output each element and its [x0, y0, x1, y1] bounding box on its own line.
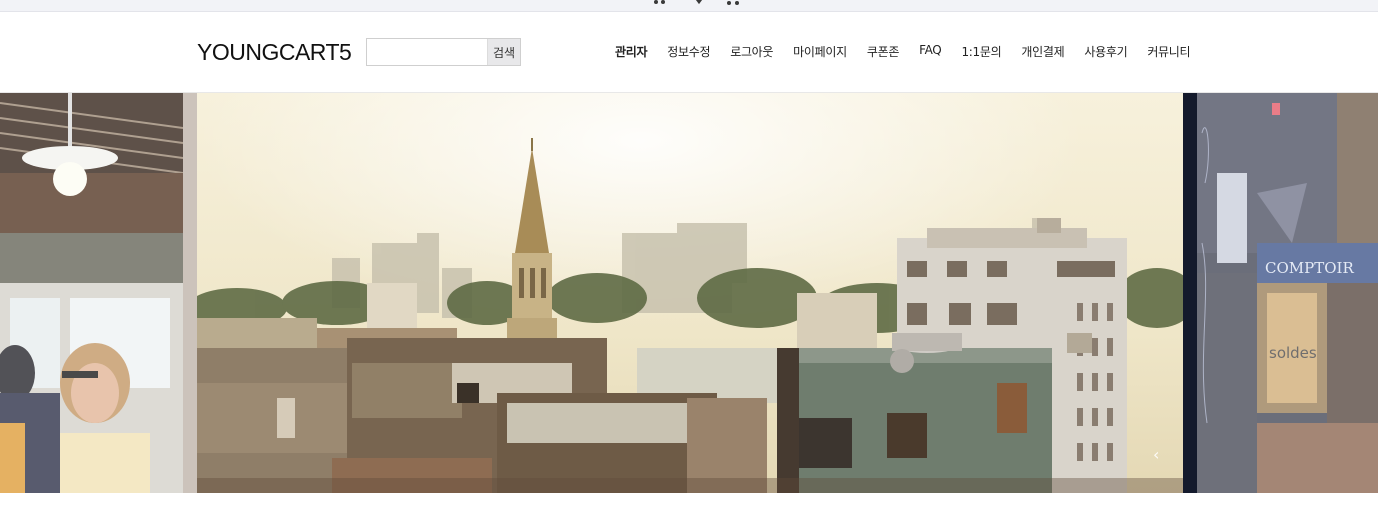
search-button[interactable]: 검색 [487, 39, 520, 65]
top-nav: 관리자 정보수정 로그아웃 마이페이지 쿠폰존 FAQ 1:1문의 개인결제 사… [605, 43, 1200, 60]
nav-item-admin[interactable]: 관리자 [605, 43, 657, 60]
page-bottom [0, 493, 1378, 511]
city-rooftops-image[interactable]: ‹ ▶ ❚❚ › [197, 93, 1183, 493]
nav-item-community[interactable]: 커뮤니티 [1137, 43, 1200, 60]
nav-item-coupon-zone[interactable]: 쿠폰존 [857, 43, 909, 60]
nav-item-logout[interactable]: 로그아웃 [720, 43, 783, 60]
nav-item-faq[interactable]: FAQ [909, 43, 951, 60]
nav-item-mypage[interactable]: 마이페이지 [783, 43, 857, 60]
slide-gap-right [1183, 93, 1197, 493]
search-form: 검색 [366, 38, 521, 66]
nav-item-edit-profile[interactable]: 정보수정 [657, 43, 720, 60]
nav-item-personal-payment[interactable]: 개인결제 [1011, 43, 1074, 60]
cafe-interior-image[interactable] [0, 93, 183, 493]
cart-icon[interactable] [651, 0, 669, 6]
site-header: YOUNGCART5 검색 관리자 정보수정 로그아웃 마이페이지 쿠폰존 FA… [0, 12, 1378, 93]
nav-item-qa[interactable]: 1:1문의 [951, 43, 1011, 60]
slide-dim-overlay [1197, 93, 1378, 493]
search-input[interactable] [367, 39, 487, 65]
slider-controls: ‹ ▶ ❚❚ › [1147, 445, 1183, 469]
heart-icon[interactable] [690, 0, 708, 6]
slide-dim-overlay [0, 93, 183, 493]
main-slider[interactable]: ‹ ▶ ❚❚ › COMPTOIR soldes [0, 93, 1378, 493]
cart-icon[interactable] [724, 0, 742, 6]
top-bar [0, 0, 1378, 12]
slide-gap-left [183, 93, 197, 493]
site-logo[interactable]: YOUNGCART5 [197, 39, 352, 66]
prev-slide-button[interactable]: ‹ [1153, 445, 1159, 464]
nav-item-reviews[interactable]: 사용후기 [1074, 43, 1137, 60]
shop-front-image[interactable]: COMPTOIR soldes [1197, 93, 1378, 493]
